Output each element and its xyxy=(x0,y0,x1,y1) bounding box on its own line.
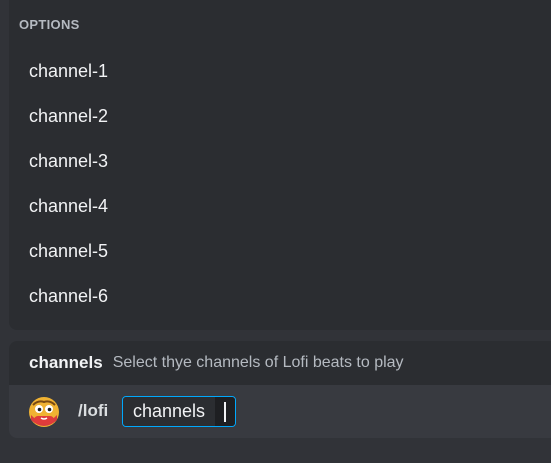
parameter-hint: channels Select thye channels of Lofi be… xyxy=(9,341,551,385)
option-channel-1[interactable]: channel-1 xyxy=(9,49,551,94)
parameter-label: channels xyxy=(123,397,216,426)
autocomplete-popup: OPTIONS channel-1 channel-2 channel-3 ch… xyxy=(9,0,551,330)
option-channel-5[interactable]: channel-5 xyxy=(9,229,551,274)
hint-param-name: channels xyxy=(29,353,103,372)
option-channel-6[interactable]: channel-6 xyxy=(9,274,551,319)
options-header: OPTIONS xyxy=(19,17,80,32)
command-row: /lofi channels xyxy=(9,393,551,431)
message-composer: channels Select thye channels of Lofi be… xyxy=(9,341,551,438)
option-channel-3[interactable]: channel-3 xyxy=(9,139,551,184)
hint-description: Select thye channels of Lofi beats to pl… xyxy=(112,354,404,371)
option-channel-4[interactable]: channel-4 xyxy=(9,184,551,229)
parameter-value-input[interactable] xyxy=(215,397,236,426)
command-name: /lofi xyxy=(78,401,109,420)
text-caret xyxy=(224,402,227,422)
parameter-chip[interactable]: channels xyxy=(122,396,237,427)
options-list: channel-1 channel-2 channel-3 channel-4 … xyxy=(9,49,551,319)
option-channel-2[interactable]: channel-2 xyxy=(9,94,551,139)
bot-avatar-icon[interactable] xyxy=(28,396,60,428)
chat-window: OPTIONS channel-1 channel-2 channel-3 ch… xyxy=(0,0,551,463)
